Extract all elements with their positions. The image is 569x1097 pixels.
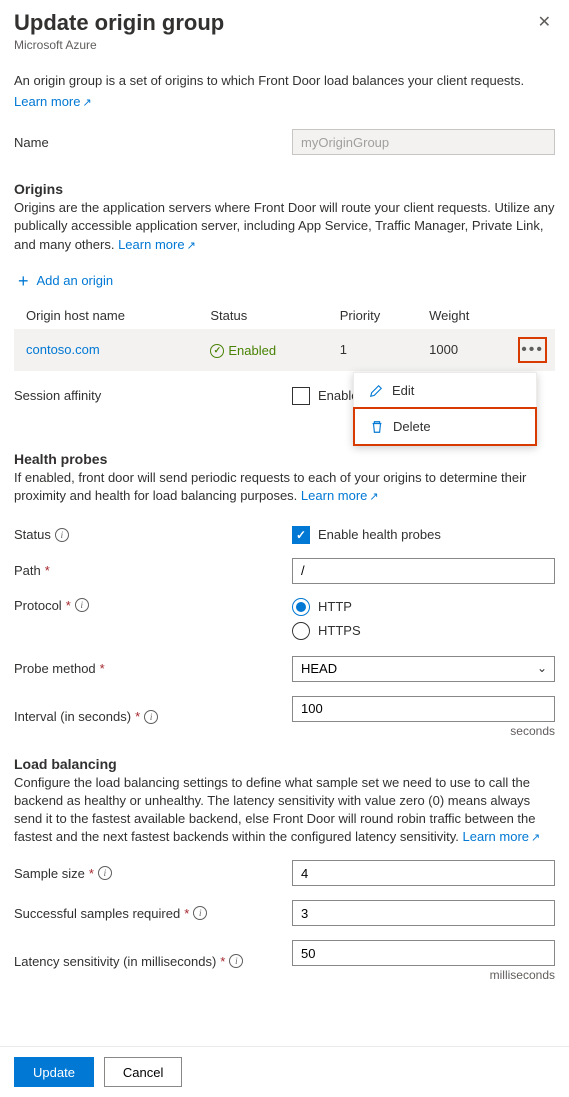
external-link-icon: ↗	[187, 240, 196, 252]
close-button[interactable]: ✕	[534, 10, 555, 34]
row-context-menu: Edit Delete	[353, 372, 537, 446]
info-icon[interactable]: i	[98, 866, 112, 880]
latency-label: Latency sensitivity (in milliseconds) * …	[14, 954, 292, 969]
path-input[interactable]	[292, 558, 555, 584]
health-status-label: Status i	[14, 527, 292, 542]
learn-more-label: Learn more	[118, 237, 184, 252]
session-affinity-label: Session affinity	[14, 388, 292, 403]
add-origin-button[interactable]: + Add an origin	[18, 272, 113, 290]
trash-icon	[369, 420, 385, 434]
status-badge: Enabled	[210, 343, 276, 358]
check-circle-icon	[210, 344, 224, 358]
update-button[interactable]: Update	[14, 1057, 94, 1087]
label-text: Protocol	[14, 598, 62, 613]
probe-method-label: Probe method *	[14, 661, 292, 676]
name-label: Name	[14, 135, 292, 150]
pencil-icon	[368, 384, 384, 398]
col-weight: Weight	[421, 302, 510, 329]
latency-input[interactable]	[292, 940, 555, 966]
intro-learn-more-link[interactable]: Learn more↗	[14, 94, 92, 109]
external-link-icon: ↗	[531, 832, 540, 844]
label-text: Sample size	[14, 866, 85, 881]
protocol-https-label: HTTPS	[318, 623, 361, 638]
protocol-label: Protocol * i	[14, 598, 292, 613]
page-subtitle: Microsoft Azure	[14, 38, 224, 52]
protocol-https-radio[interactable]	[292, 622, 310, 640]
protocol-http-radio[interactable]	[292, 598, 310, 616]
sample-size-label: Sample size * i	[14, 866, 292, 881]
plus-icon: +	[18, 272, 29, 290]
info-icon[interactable]: i	[55, 528, 69, 542]
page-title: Update origin group	[14, 10, 224, 36]
learn-more-label: Learn more	[463, 829, 529, 844]
highlight-box: •••	[518, 337, 547, 363]
table-row: contoso.com Enabled 1 1000 •••	[14, 329, 555, 371]
info-icon[interactable]: i	[193, 906, 207, 920]
menu-edit-label: Edit	[392, 383, 414, 398]
interval-label: Interval (in seconds) * i	[14, 709, 292, 724]
learn-more-label: Learn more	[14, 94, 80, 109]
health-learn-more-link[interactable]: Learn more↗	[301, 488, 379, 503]
label-text: Latency sensitivity (in milliseconds)	[14, 954, 216, 969]
label-text: Status	[14, 527, 51, 542]
col-status: Status	[202, 302, 331, 329]
external-link-icon: ↗	[82, 97, 91, 109]
health-heading: Health probes	[14, 451, 555, 467]
lb-learn-more-link[interactable]: Learn more↗	[463, 829, 541, 844]
latency-unit: milliseconds	[490, 968, 555, 982]
sample-size-input[interactable]	[292, 860, 555, 886]
menu-delete-label: Delete	[393, 419, 431, 434]
health-description: If enabled, front door will send periodi…	[14, 469, 555, 506]
origins-heading: Origins	[14, 181, 555, 197]
menu-edit[interactable]: Edit	[354, 373, 536, 408]
origins-description-text: Origins are the application servers wher…	[14, 200, 554, 251]
protocol-http-label: HTTP	[318, 599, 352, 614]
add-origin-label: Add an origin	[37, 273, 114, 288]
probe-method-select[interactable]: HEAD	[292, 656, 555, 682]
col-priority: Priority	[332, 302, 421, 329]
session-affinity-checkbox[interactable]	[292, 387, 310, 405]
label-text: Interval (in seconds)	[14, 709, 131, 724]
row-actions-button[interactable]: •••	[521, 341, 544, 358]
menu-delete[interactable]: Delete	[353, 407, 537, 446]
label-text: Path	[14, 563, 41, 578]
interval-unit: seconds	[510, 724, 555, 738]
origins-learn-more-link[interactable]: Learn more↗	[118, 237, 196, 252]
lb-description: Configure the load balancing settings to…	[14, 774, 555, 847]
successful-samples-input[interactable]	[292, 900, 555, 926]
successful-samples-label: Successful samples required * i	[14, 906, 292, 921]
enable-health-probes-checkbox[interactable]	[292, 526, 310, 544]
label-text: Probe method	[14, 661, 96, 676]
enable-health-probes-label: Enable health probes	[318, 527, 441, 542]
info-icon[interactable]: i	[144, 710, 158, 724]
origins-description: Origins are the application servers wher…	[14, 199, 555, 254]
origins-table: Origin host name Status Priority Weight …	[14, 302, 555, 371]
footer: Update Cancel	[0, 1046, 569, 1097]
label-text: Successful samples required	[14, 906, 180, 921]
info-icon[interactable]: i	[75, 598, 89, 612]
interval-input[interactable]	[292, 696, 555, 722]
info-icon[interactable]: i	[229, 954, 243, 968]
cell-priority: 1	[332, 329, 421, 371]
col-host: Origin host name	[14, 302, 202, 329]
cancel-button[interactable]: Cancel	[104, 1057, 182, 1087]
name-input	[292, 129, 555, 155]
status-text: Enabled	[228, 343, 276, 358]
lb-description-text: Configure the load balancing settings to…	[14, 775, 536, 845]
cell-weight: 1000	[421, 329, 510, 371]
learn-more-label: Learn more	[301, 488, 367, 503]
health-description-text: If enabled, front door will send periodi…	[14, 470, 526, 503]
intro-description: An origin group is a set of origins to w…	[14, 72, 555, 90]
path-label: Path *	[14, 563, 292, 578]
lb-heading: Load balancing	[14, 756, 555, 772]
external-link-icon: ↗	[369, 491, 378, 503]
origin-host-link[interactable]: contoso.com	[26, 342, 100, 357]
